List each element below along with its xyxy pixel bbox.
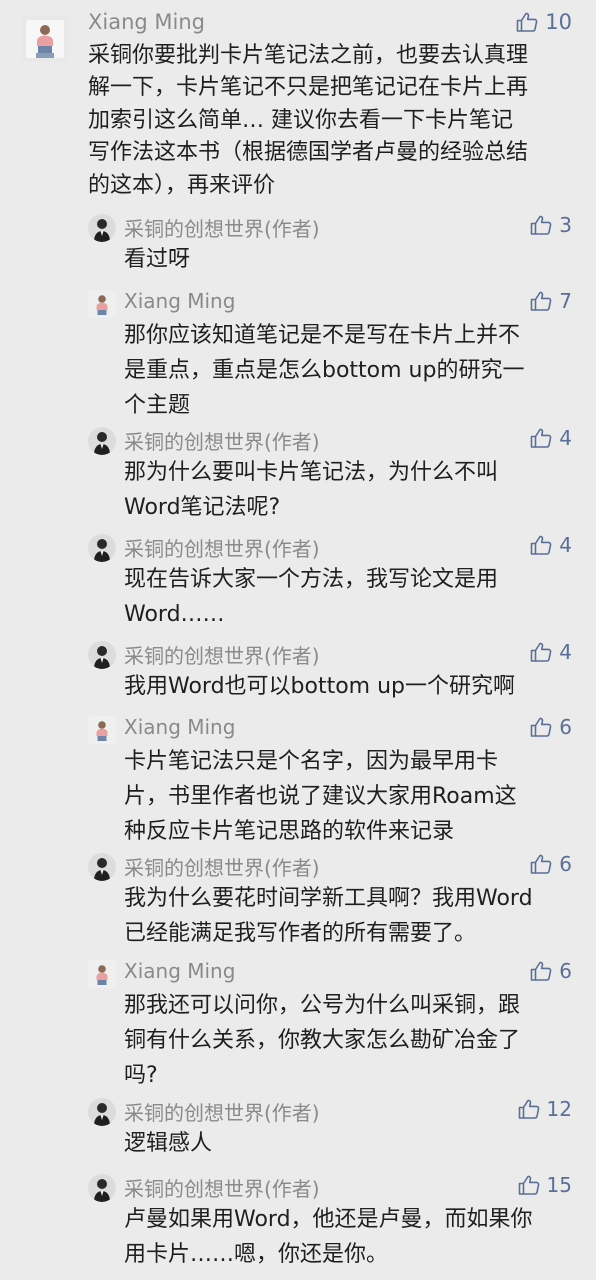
comment-text: 那为什么要叫卡片笔记法，为什么不叫 Word笔记法呢?	[124, 460, 499, 520]
like-count: 15	[546, 1173, 572, 1197]
comment-text: 我用Word也可以bottom up一个研究啊	[124, 674, 516, 699]
like-count: 4	[559, 533, 572, 557]
comment-text: 那我还可以问你，公号为什么叫采铜，跟 铜有什么关系，你教大家怎么勘矿冶金了 吗?	[124, 993, 521, 1088]
like-count: 4	[559, 426, 572, 450]
comment-author: 采铜的创想世界(作者)	[124, 537, 320, 561]
comment-author: 采铜的创想世界(作者)	[124, 430, 320, 454]
avatar[interactable]	[88, 960, 116, 988]
avatar[interactable]	[22, 16, 68, 62]
comment-author: 采铜的创想世界(作者)	[124, 1177, 320, 1201]
like-button[interactable]: 4	[529, 533, 572, 557]
like-count: 3	[559, 213, 572, 237]
comment-author: Xiang Ming	[124, 959, 236, 983]
comment-author: Xiang Ming	[124, 715, 236, 739]
thumbs-up-icon	[516, 12, 538, 32]
thumbs-up-icon	[518, 1175, 539, 1195]
like-count: 4	[559, 640, 572, 664]
comment-text: 看过呀	[124, 247, 191, 272]
like-button[interactable]: 12	[517, 1097, 572, 1121]
like-count: 6	[559, 715, 572, 739]
thumbs-up-icon	[518, 1099, 539, 1119]
comment-author: 采铜的创想世界(作者)	[124, 217, 320, 241]
comment-author: 采铜的创想世界(作者)	[124, 1101, 320, 1125]
thumbs-up-icon	[530, 854, 552, 874]
thumbs-up-icon	[530, 535, 552, 555]
comment-text: 那你应该知道笔记是不是写在卡片上并不 是重点，重点是怎么bottom up的研究…	[124, 323, 525, 418]
like-button[interactable]: 10	[515, 10, 572, 34]
thumbs-up-icon	[530, 291, 552, 311]
like-count: 6	[559, 959, 572, 983]
like-button[interactable]: 3	[529, 213, 572, 237]
thumbs-up-icon	[530, 215, 552, 235]
like-button[interactable]: 6	[529, 852, 572, 876]
like-button[interactable]: 6	[529, 715, 572, 739]
comment-text: 我为什么要花时间学新工具啊？我用Word 已经能满足我写作者的所有需要了。	[124, 886, 533, 946]
like-button[interactable]: 4	[529, 426, 572, 450]
comment-text: 采铜你要批判卡片笔记法之前，也要去认真理 解一下，卡片笔记不只是把笔记记在卡片上…	[88, 43, 529, 198]
comment-thread: Xiang Ming 10 采铜你要批判卡片笔记法之前，也要去认真理 解一下，卡…	[0, 0, 596, 1280]
like-button[interactable]: 7	[529, 289, 572, 313]
comment-author: 采铜的创想世界(作者)	[124, 856, 320, 880]
comment-author: 采铜的创想世界(作者)	[124, 644, 320, 668]
avatar[interactable]	[88, 1098, 116, 1126]
thumbs-up-icon	[530, 961, 552, 981]
like-count: 12	[546, 1097, 572, 1121]
avatar[interactable]	[88, 534, 116, 562]
comment-text: 逻辑感人	[124, 1131, 213, 1156]
like-count: 6	[559, 852, 572, 876]
like-button[interactable]: 4	[529, 640, 572, 664]
thumbs-up-icon	[530, 642, 552, 662]
avatar[interactable]	[88, 716, 116, 744]
thumbs-up-icon	[530, 428, 552, 448]
like-button[interactable]: 6	[529, 959, 572, 983]
like-button[interactable]: 15	[517, 1173, 572, 1197]
avatar[interactable]	[88, 641, 116, 669]
comment-text: 现在告诉大家一个方法，我写论文是用 Word……	[124, 567, 499, 627]
avatar[interactable]	[88, 214, 116, 242]
comment-author: Xiang Ming	[88, 10, 205, 34]
comment-text: 卢曼如果用Word，他还是卢曼，而如果你 用卡片……嗯，你还是你。	[124, 1207, 533, 1267]
avatar[interactable]	[88, 1174, 116, 1202]
comment-text: 卡片笔记法只是个名字，因为最早用卡 片，书里作者也说了建议大家用Roam这 种反…	[124, 749, 517, 844]
avatar[interactable]	[88, 853, 116, 881]
like-count: 10	[545, 10, 572, 34]
like-count: 7	[559, 289, 572, 313]
thumbs-up-icon	[530, 717, 552, 737]
avatar[interactable]	[88, 427, 116, 455]
avatar[interactable]	[88, 290, 116, 318]
comment-author: Xiang Ming	[124, 289, 236, 313]
